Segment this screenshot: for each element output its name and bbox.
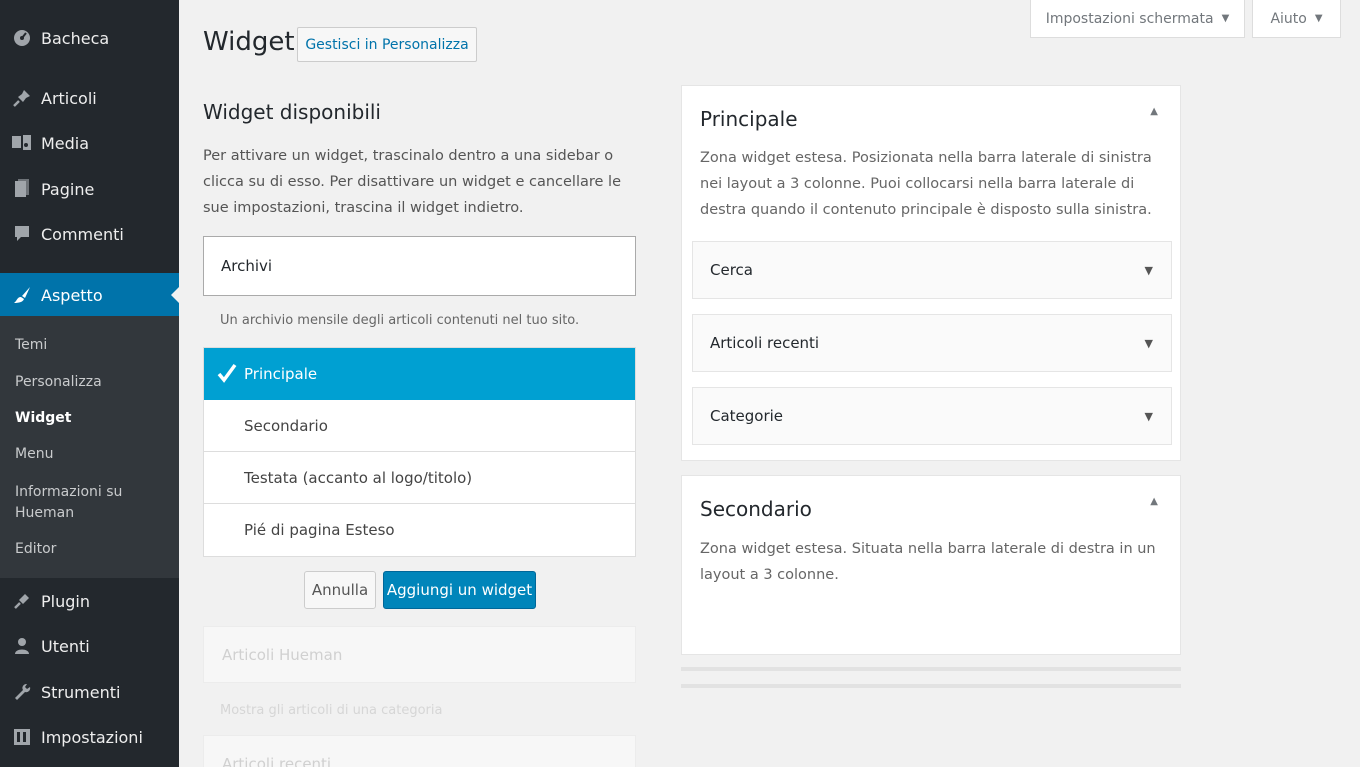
submenu-item-personalizza[interactable]: Personalizza — [15, 372, 175, 393]
submenu-item-editor[interactable]: Editor — [15, 539, 175, 560]
menu-item-impostazioni[interactable]: Impostazioni — [0, 715, 179, 759]
chooser-item-secondario[interactable]: Secondario — [204, 400, 635, 452]
chooser-item-principale[interactable]: Principale — [204, 348, 635, 400]
widget-description: Un archivio mensile degli articoli conte… — [220, 313, 580, 328]
menu-item-articoli[interactable]: Articoli — [0, 76, 179, 120]
expand-arrow-icon[interactable]: ▼ — [1145, 337, 1153, 350]
settings-icon — [11, 726, 33, 748]
expand-arrow-icon[interactable]: ▼ — [1145, 410, 1153, 423]
widget-title: Archivi — [221, 257, 273, 275]
pin-icon — [11, 87, 33, 109]
dashboard-icon — [11, 27, 33, 49]
menu-item-strumenti[interactable]: Strumenti — [0, 670, 179, 714]
menu-item-pagine[interactable]: Pagine — [0, 167, 179, 211]
page-title: Widget — [203, 27, 295, 57]
media-icon — [11, 132, 33, 154]
user-icon — [11, 635, 33, 657]
checkmark-icon — [217, 361, 237, 385]
area-widget-cerca[interactable]: Cerca ▼ — [692, 241, 1172, 299]
chooser-label: Testata (accanto al logo/titolo) — [244, 468, 473, 487]
widget-area-description: Zona widget estesa. Posizionata nella ba… — [700, 150, 1152, 218]
widget-area-title: Principale — [700, 107, 798, 131]
collapsed-widget-area[interactable] — [681, 667, 1181, 671]
expand-arrow-icon[interactable]: ▼ — [1145, 264, 1153, 277]
help-label: Aiuto — [1270, 10, 1307, 27]
menu-label: Pagine — [41, 179, 95, 199]
submenu-item-menu[interactable]: Menu — [15, 444, 175, 465]
caret-down-icon: ▼ — [1221, 13, 1230, 24]
widget-area-principale: Principale ▲ Zona widget estesa. Posizio… — [681, 85, 1181, 461]
caret-down-icon: ▼ — [1314, 13, 1323, 24]
chooser-item-pie-di-pagina[interactable]: Pié di pagina Esteso — [204, 504, 635, 556]
chooser-label: Pié di pagina Esteso — [244, 521, 395, 539]
screen-options-tab[interactable]: Impostazioni schermata ▼ — [1030, 0, 1245, 38]
widget-title: Articoli recenti — [222, 754, 332, 767]
available-widgets-title: Widget disponibili — [203, 100, 381, 124]
menu-label: Utenti — [41, 636, 90, 656]
menu-label: Articoli — [41, 88, 97, 108]
widget-archivi[interactable]: Archivi — [203, 236, 636, 296]
page-icon — [11, 178, 33, 200]
submenu-item-widget[interactable]: Widget — [15, 408, 175, 429]
menu-label: Strumenti — [41, 682, 121, 702]
brush-icon — [11, 284, 33, 306]
menu-label: Commenti — [41, 224, 124, 244]
area-widget-categorie[interactable]: Categorie ▼ — [692, 387, 1172, 445]
appearance-submenu: Temi Personalizza Widget Menu Informazio… — [0, 316, 179, 578]
submenu-item-info-hueman[interactable]: Informazioni su Hueman — [15, 482, 135, 524]
menu-label: Plugin — [41, 591, 90, 611]
menu-item-plugin[interactable]: Plugin — [0, 579, 179, 623]
collapsed-widget-area[interactable] — [681, 684, 1181, 688]
add-widget-button[interactable]: Aggiungi un widget — [383, 571, 536, 609]
menu-label: Impostazioni — [41, 727, 143, 747]
manage-in-customizer-button[interactable]: Gestisci in Personalizza — [297, 27, 477, 62]
menu-label: Bacheca — [41, 28, 110, 48]
admin-sidebar: Bacheca Articoli Media Pagine Commenti A… — [0, 0, 179, 767]
menu-item-commenti[interactable]: Commenti — [0, 212, 179, 256]
widget-area-description: Zona widget estesa. Situata nella barra … — [700, 541, 1156, 583]
chooser-item-testata[interactable]: Testata (accanto al logo/titolo) — [204, 452, 635, 504]
screen-options-label: Impostazioni schermata — [1045, 10, 1214, 27]
help-tab[interactable]: Aiuto ▼ — [1252, 0, 1341, 38]
menu-label: Aspetto — [41, 285, 103, 305]
collapse-arrow-icon[interactable]: ▲ — [1150, 106, 1158, 117]
submenu-item-temi[interactable]: Temi — [15, 335, 175, 356]
widget-description: Mostra gli articoli di una categoria — [220, 703, 443, 718]
widget-title: Cerca — [710, 261, 753, 279]
collapse-arrow-icon[interactable]: ▲ — [1150, 496, 1158, 507]
widget-articoli-hueman[interactable]: Articoli Hueman — [203, 626, 636, 683]
widget-title: Articoli recenti — [710, 334, 820, 352]
comment-icon — [11, 223, 33, 245]
cancel-button[interactable]: Annulla — [304, 571, 376, 609]
available-widgets-description: Per attivare un widget, trascinalo dentr… — [203, 148, 621, 216]
widget-title: Articoli Hueman — [222, 645, 343, 664]
menu-item-aspetto[interactable]: Aspetto — [0, 273, 179, 317]
menu-item-bacheca[interactable]: Bacheca — [0, 16, 179, 60]
plugin-icon — [11, 590, 33, 612]
widget-area-title: Secondario — [700, 497, 812, 521]
menu-item-media[interactable]: Media — [0, 121, 179, 165]
chooser-label: Principale — [244, 365, 318, 383]
menu-label: Media — [41, 133, 90, 153]
sidebar-chooser-list: Principale Secondario Testata (accanto a… — [203, 347, 636, 557]
widget-title: Categorie — [710, 407, 784, 425]
menu-item-utenti[interactable]: Utenti — [0, 624, 179, 668]
widget-area-secondario: Secondario ▲ Zona widget estesa. Situata… — [681, 475, 1181, 655]
area-widget-articoli-recenti[interactable]: Articoli recenti ▼ — [692, 314, 1172, 372]
wrench-icon — [11, 681, 33, 703]
widget-articoli-recenti[interactable]: Articoli recenti — [203, 735, 636, 767]
chooser-label: Secondario — [244, 416, 328, 435]
